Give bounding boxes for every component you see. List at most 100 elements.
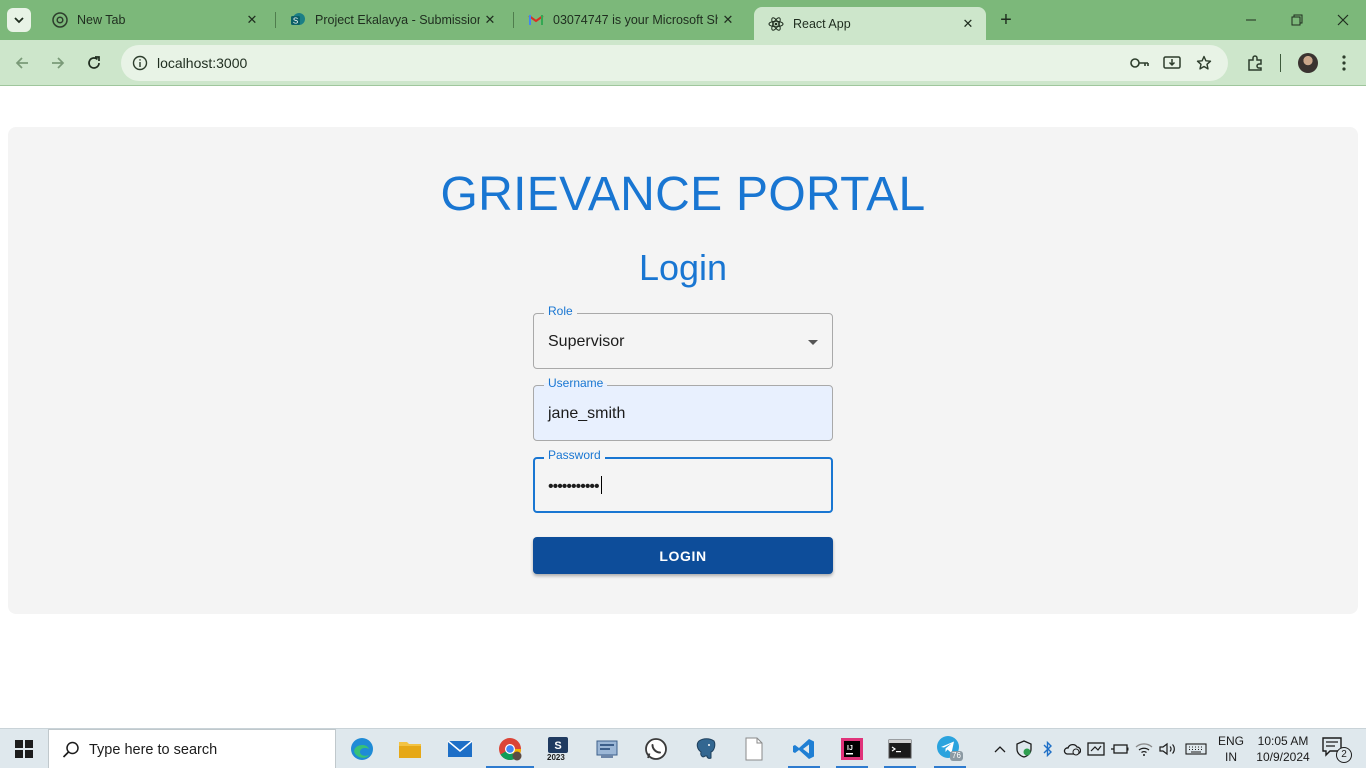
minimize-button[interactable] — [1228, 0, 1274, 40]
system-clock[interactable]: 10:05 AM 10/9/2024 — [1252, 733, 1314, 765]
login-button[interactable]: LOGIN — [533, 537, 833, 574]
chevron-up-icon — [994, 746, 1006, 753]
taskbar-chrome[interactable] — [486, 729, 534, 768]
address-bar[interactable]: localhost:3000 — [121, 45, 1228, 81]
browser-tab-strip: New Tab ✕ S Project Ekalavya - Submissio… — [0, 0, 1366, 40]
touch-keyboard-icon[interactable] — [1184, 739, 1208, 759]
bookmark-star-icon[interactable] — [1193, 53, 1215, 73]
language-region: IN — [1225, 750, 1237, 764]
wifi-icon[interactable] — [1134, 739, 1154, 759]
edge-icon — [351, 738, 373, 760]
taskbar-mail[interactable] — [436, 729, 484, 768]
username-field[interactable]: Username jane_smith — [533, 376, 833, 441]
tab-close-icon[interactable]: ✕ — [242, 10, 262, 30]
language-code: ENG — [1218, 734, 1245, 748]
forward-button[interactable] — [44, 49, 72, 77]
bluetooth-icon[interactable] — [1038, 739, 1058, 759]
postgresql-icon — [696, 738, 716, 759]
notification-count-badge: 2 — [1336, 747, 1352, 763]
show-hidden-icons-button[interactable] — [990, 739, 1010, 759]
security-shield-icon[interactable] — [1014, 739, 1034, 759]
tab-close-icon[interactable]: ✕ — [480, 10, 500, 30]
windows-logo-icon — [15, 740, 33, 758]
telegram-unread-badge: 76 — [950, 751, 963, 761]
browser-toolbar: localhost:3000 — [0, 40, 1366, 86]
profile-avatar[interactable] — [1298, 53, 1318, 73]
restore-button[interactable] — [1274, 0, 1320, 40]
tab-search-button[interactable] — [7, 8, 31, 32]
mail-icon — [447, 740, 473, 757]
tab-title: 03074747 is your Microsoft Sha — [553, 13, 718, 27]
site-info-icon[interactable] — [129, 52, 151, 74]
taskbar-file-explorer[interactable] — [386, 729, 434, 768]
browser-tab-project-ekalavya[interactable]: S Project Ekalavya - Submissions ✕ — [276, 0, 508, 40]
sql-version-badge: 2023 — [547, 753, 565, 762]
taskbar-whatsapp[interactable] — [632, 729, 680, 768]
address-url: localhost:3000 — [157, 55, 248, 71]
password-value: ••••••••••• — [548, 476, 602, 496]
taskbar-intellij[interactable]: IJ — [828, 729, 876, 768]
telegram-icon: 76 — [936, 735, 964, 763]
password-dots: ••••••••••• — [548, 478, 600, 495]
sql-server-2023-icon: S 2023 — [547, 736, 569, 762]
input-language-indicator[interactable]: ENG IN — [1218, 733, 1244, 765]
chrome-icon — [52, 12, 68, 28]
browser-tab-react-app[interactable]: React App ✕ — [754, 7, 986, 40]
web-page: GRIEVANCE PORTAL Login Role Supervisor U… — [0, 87, 1366, 728]
taskbar-edge[interactable] — [338, 729, 386, 768]
username-value: jane_smith — [548, 405, 626, 422]
install-app-icon[interactable] — [1161, 53, 1183, 73]
new-tab-button[interactable]: + — [994, 8, 1018, 32]
restore-icon — [1291, 14, 1303, 26]
taskbar-postgresql[interactable] — [682, 729, 730, 768]
taskbar-network-app[interactable] — [584, 729, 632, 768]
browser-tab-gmail[interactable]: 03074747 is your Microsoft Sha ✕ — [514, 0, 746, 40]
close-window-button[interactable] — [1320, 0, 1366, 40]
plus-icon: + — [1000, 8, 1012, 31]
arrow-right-icon — [52, 57, 65, 69]
taskbar-notepad[interactable] — [730, 729, 778, 768]
password-field[interactable]: Password ••••••••••• — [533, 448, 833, 513]
taskbar-search-box[interactable]: Type here to search — [48, 729, 336, 768]
gmail-icon — [528, 12, 544, 28]
chrome-icon — [499, 738, 522, 761]
vscode-icon — [793, 739, 814, 759]
battery-plug-icon[interactable] — [1110, 739, 1130, 759]
sharepoint-icon: S — [290, 12, 306, 28]
clock-date: 10/9/2024 — [1256, 750, 1310, 764]
clock-time: 10:05 AM — [1257, 734, 1309, 748]
start-button[interactable] — [0, 729, 48, 768]
svg-text:S: S — [554, 740, 561, 752]
intellij-icon: IJ — [841, 738, 863, 760]
tab-title: New Tab — [77, 13, 126, 27]
svg-text:IJ: IJ — [847, 745, 853, 752]
password-label: Password — [544, 448, 605, 462]
tab-close-icon[interactable]: ✕ — [718, 10, 738, 30]
extensions-icon[interactable] — [1244, 52, 1266, 74]
reload-button[interactable] — [80, 49, 108, 77]
terminal-icon — [888, 739, 912, 759]
role-select[interactable]: Role Supervisor — [533, 304, 833, 369]
menu-kebab-icon[interactable] — [1333, 52, 1355, 74]
windows-taskbar: Type here to search S 2023 IJ 76 ENG IN … — [0, 728, 1366, 768]
chevron-down-icon — [14, 17, 24, 24]
taskbar-vscode[interactable] — [780, 729, 828, 768]
password-key-icon[interactable] — [1129, 53, 1151, 73]
close-icon — [1337, 14, 1349, 26]
username-label: Username — [544, 376, 608, 390]
back-button[interactable] — [8, 49, 36, 77]
search-icon — [62, 741, 79, 758]
notification-center-button[interactable]: 2 — [1322, 737, 1352, 763]
taskbar-terminal[interactable] — [876, 729, 924, 768]
volume-icon[interactable] — [1158, 739, 1178, 759]
taskbar-telegram[interactable]: 76 — [926, 729, 974, 768]
onedrive-cloud-icon[interactable] — [1062, 739, 1082, 759]
react-icon — [768, 16, 784, 32]
toolbar-separator — [1280, 54, 1281, 72]
app-tray-icon[interactable] — [1086, 739, 1106, 759]
text-cursor — [600, 476, 602, 494]
browser-tab-new-tab[interactable]: New Tab ✕ — [38, 0, 270, 40]
network-app-icon — [596, 740, 618, 758]
tab-close-icon[interactable]: ✕ — [958, 14, 978, 34]
taskbar-sql-server[interactable]: S 2023 — [534, 729, 582, 768]
